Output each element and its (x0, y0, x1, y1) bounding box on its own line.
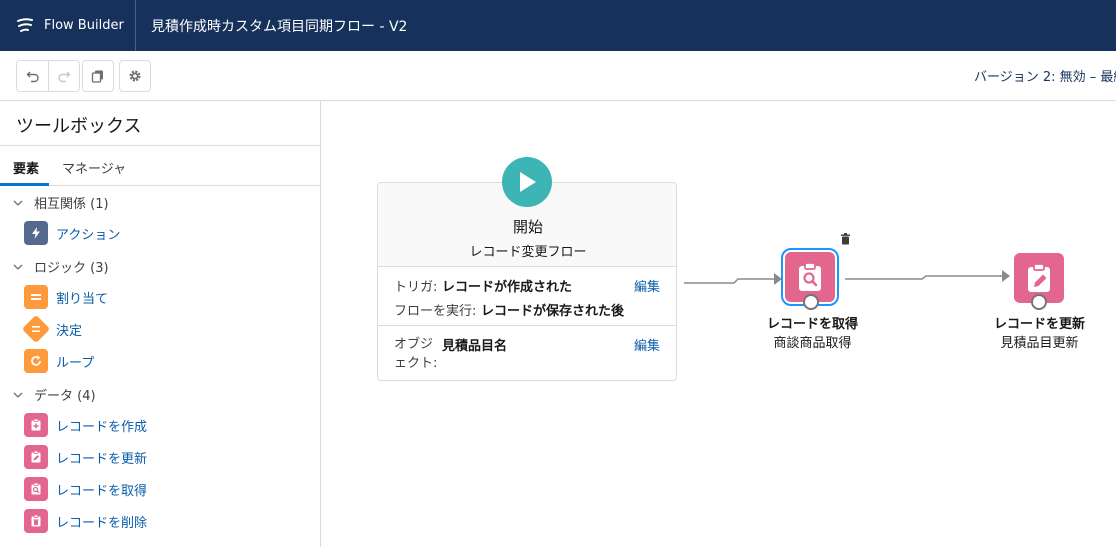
item-label: 割り当て (56, 291, 109, 307)
section-label: データ (4) (34, 389, 96, 404)
item-label: レコードを更新 (56, 451, 148, 467)
gear-icon (129, 70, 141, 82)
toolbox-item-decision[interactable]: 決定 (21, 314, 83, 344)
toolbox-item-update-records[interactable]: レコードを更新 (24, 445, 147, 469)
item-label: レコードを削除 (56, 515, 148, 531)
toolbox-item-get-records[interactable]: レコードを取得 (24, 477, 147, 501)
start-subtitle: レコード変更フロー (469, 245, 587, 260)
copy-button[interactable] (82, 60, 114, 92)
undo-icon (26, 71, 39, 83)
section-label: 相互関係 (1) (34, 197, 109, 212)
edit-object-link[interactable]: 編集 (634, 335, 660, 354)
trigger-value: レコードが作成された (442, 280, 573, 295)
version-status: バージョン 2: 無効 – 最終 (974, 70, 1116, 85)
node-connector-handle[interactable] (1031, 294, 1047, 310)
toolbox-panel: ツールボックス 要素 マネージャ 相互関係 (1) アクション ロジック (3)… (0, 101, 321, 547)
app-header: Flow Builder 見積作成時カスタム項目同期フロー - V2 (0, 0, 1116, 51)
loop-icon (24, 349, 48, 373)
chevron-down-icon (13, 264, 23, 270)
start-title: 開始 (512, 218, 543, 236)
start-element-card[interactable]: 開始 レコード変更フロー トリガ: レコードが作成された 編集 フローを実行: … (377, 157, 677, 381)
record-lookup-icon (799, 262, 821, 291)
item-label: レコードを取得 (56, 483, 148, 499)
flow-canvas[interactable]: 開始 レコード変更フロー トリガ: レコードが作成された 編集 フローを実行: … (322, 101, 1116, 547)
object-value: 見積品目名 (442, 339, 508, 354)
toolbox-item-loop[interactable]: ループ (24, 349, 94, 373)
toolbox-title: ツールボックス (16, 116, 142, 137)
chevron-down-icon (13, 392, 23, 398)
redo-icon (58, 71, 71, 83)
run-value: レコードが保存された後 (481, 304, 625, 319)
section-data[interactable]: データ (4) (12, 385, 96, 404)
record-create-icon (24, 413, 48, 437)
app-brand: Flow Builder (0, 0, 136, 51)
start-card-divider (378, 325, 676, 326)
toolbox-tabs: 要素 マネージャ (0, 146, 320, 186)
flow-title: 見積作成時カスタム項目同期フロー - V2 (151, 18, 408, 35)
lightning-icon (24, 221, 48, 245)
node-label: レコードを更新 (993, 317, 1085, 332)
section-logic[interactable]: ロジック (3) (12, 257, 109, 276)
object-label: オブジェクト: (394, 337, 438, 371)
record-delete-icon (24, 509, 48, 533)
record-update-icon (24, 445, 48, 469)
section-interactions[interactable]: 相互関係 (1) (12, 193, 109, 212)
toolbox-item-action[interactable]: アクション (24, 221, 120, 245)
settings-button[interactable] (119, 60, 151, 92)
toolbox-item-delete-records[interactable]: レコードを削除 (24, 509, 147, 533)
tab-elements[interactable]: 要素 (13, 158, 39, 177)
decision-icon (21, 314, 51, 344)
node-sublabel: 見積品目更新 (1000, 336, 1079, 351)
node-label: レコードを取得 (766, 317, 858, 332)
toolbar: バージョン 2: 無効 – 最終 (0, 51, 1116, 101)
flow-logo-icon (17, 17, 33, 32)
item-label: アクション (56, 227, 121, 243)
active-tab-indicator (0, 183, 49, 186)
record-update-icon (1028, 263, 1050, 292)
start-node[interactable] (502, 157, 552, 207)
undo-button[interactable] (17, 61, 48, 91)
undo-redo-group (16, 60, 80, 92)
run-label: フローを実行: (394, 304, 477, 319)
item-label: ループ (56, 355, 95, 371)
play-icon (520, 172, 536, 192)
node-sublabel: 商談商品取得 (773, 336, 852, 351)
item-label: 決定 (56, 323, 83, 339)
edit-trigger-link[interactable]: 編集 (634, 276, 660, 295)
toolbox-item-create-records[interactable]: レコードを作成 (24, 413, 147, 437)
section-label: ロジック (3) (34, 261, 109, 276)
trash-icon[interactable] (840, 233, 851, 245)
trigger-label: トリガ: (394, 280, 438, 295)
tab-manager[interactable]: マネージャ (62, 158, 126, 177)
redo-button[interactable] (48, 61, 79, 91)
item-label: レコードを作成 (56, 419, 148, 435)
assignment-icon (24, 285, 48, 309)
app-name: Flow Builder (44, 18, 124, 33)
record-lookup-icon (24, 477, 48, 501)
copy-icon (91, 70, 103, 83)
node-connector-handle[interactable] (803, 294, 819, 310)
toolbox-item-assignment[interactable]: 割り当て (24, 285, 108, 309)
chevron-down-icon (13, 200, 23, 206)
